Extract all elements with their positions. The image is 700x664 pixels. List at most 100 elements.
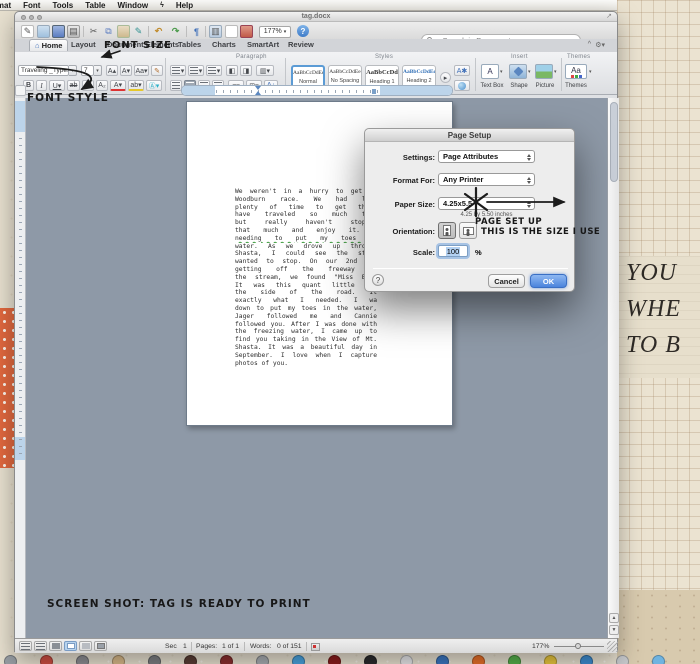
clear-formatting-button[interactable]: ✎ [151, 65, 163, 76]
dock-icon[interactable] [112, 655, 125, 664]
dock-icon[interactable] [328, 655, 341, 664]
tab-layout[interactable]: Layout [71, 40, 96, 49]
tab-review[interactable]: Review [288, 40, 314, 49]
pages-label[interactable]: Pages: [196, 643, 217, 650]
menu-item-help[interactable]: Help [176, 1, 193, 10]
dock-icon[interactable] [220, 655, 233, 664]
italic-button[interactable]: I [36, 80, 47, 91]
subscript-button[interactable]: A₂ [96, 80, 108, 91]
hanging-indent-marker[interactable] [255, 91, 261, 95]
dialog-help-button[interactable]: ? [372, 274, 384, 286]
scrollbar-thumb[interactable] [610, 102, 618, 182]
multilevel-list-button[interactable]: ▾ [206, 65, 222, 76]
menu-item-font[interactable]: Font [23, 1, 40, 10]
superscript-button[interactable]: A² [82, 80, 94, 91]
themes-dropdown[interactable]: ▾ [589, 69, 592, 75]
tab-smartart[interactable]: SmartArt [247, 40, 279, 49]
horizontal-ruler[interactable] [181, 85, 453, 96]
text-box-icon[interactable]: A [481, 64, 499, 79]
publishing-view-button[interactable] [49, 641, 62, 651]
tab-tables[interactable]: Tables [178, 40, 201, 49]
font-size-combo[interactable]: 7 [81, 65, 94, 76]
scroll-up-button[interactable]: ▲ [609, 613, 619, 623]
scroll-down-button[interactable]: ▼ [609, 625, 619, 635]
print-icon[interactable]: ▤ [67, 25, 80, 38]
columns-button[interactable]: ▥▾ [256, 65, 274, 76]
grow-font-button[interactable]: A▴ [106, 65, 118, 76]
resize-grip[interactable] [607, 641, 618, 652]
picture-dropdown[interactable]: ▾ [554, 69, 557, 75]
shape-dropdown[interactable]: ▾ [528, 69, 531, 75]
cut-icon[interactable]: ✂ [87, 25, 100, 38]
zoom-combo[interactable]: 177%▾ [259, 26, 291, 38]
dock-icon[interactable] [364, 655, 377, 664]
tab-charts[interactable]: Charts [212, 40, 236, 49]
words-value[interactable]: 0 of 151 [277, 643, 302, 650]
document-map-icon[interactable] [225, 25, 238, 38]
toolbar-toggle-icon[interactable]: ↗ [606, 12, 612, 20]
dock-icon[interactable] [616, 655, 629, 664]
menu-item-table[interactable]: Table [85, 1, 105, 10]
tab-home[interactable]: ⌂ Home [29, 39, 68, 51]
scale-input[interactable]: 100 [438, 245, 468, 257]
toolbox-icon[interactable] [240, 25, 253, 38]
print-layout-view-button[interactable] [64, 641, 77, 651]
paste-icon[interactable] [117, 25, 130, 38]
show-formatting-icon[interactable]: ¶ [190, 25, 203, 38]
right-indent-marker[interactable] [372, 89, 376, 94]
more-styles-button[interactable]: ▸ [440, 72, 451, 83]
ribbon-collapse-icon[interactable]: ^ [588, 41, 591, 48]
outline-view-button[interactable] [34, 641, 47, 651]
strikethrough-button[interactable]: ab [67, 80, 80, 91]
paper-size-dropdown[interactable]: 4.25x5.5 [438, 197, 535, 210]
dock-icon[interactable] [256, 655, 269, 664]
menu-item-window[interactable]: Window [118, 1, 149, 10]
decrease-indent-button[interactable]: ◧ [226, 65, 238, 76]
dock-icon[interactable] [40, 655, 53, 664]
save-icon[interactable] [52, 25, 65, 38]
dock-icon[interactable] [4, 655, 17, 664]
format-painter-icon[interactable]: ✎ [132, 25, 145, 38]
themes-icon[interactable]: Aa [565, 64, 587, 79]
settings-dropdown[interactable]: Page Attributes [438, 150, 535, 163]
dock-icon[interactable] [292, 655, 305, 664]
dock-icon[interactable] [508, 655, 521, 664]
tab-selector-box[interactable] [15, 85, 26, 96]
focus-view-button[interactable] [94, 641, 107, 651]
help-icon[interactable]: ? [297, 25, 309, 37]
styles-pane-button[interactable]: A✱ [454, 65, 470, 76]
dock-icon[interactable] [400, 655, 413, 664]
picture-icon[interactable] [535, 64, 553, 79]
dialog-title[interactable]: Page Setup [365, 129, 574, 142]
dock-icon[interactable] [544, 655, 557, 664]
bullets-button[interactable]: ▾ [170, 65, 186, 76]
draft-view-button[interactable] [19, 641, 32, 651]
menu-item-tools[interactable]: Tools [52, 1, 73, 10]
title-bar[interactable]: tag.docx ↗ [15, 12, 617, 22]
cancel-button[interactable]: Cancel [488, 274, 525, 288]
columns-icon[interactable]: ▥ [209, 25, 222, 38]
highlight-button[interactable]: ab▾ [128, 80, 144, 91]
dock-icon[interactable] [76, 655, 89, 664]
shape-icon[interactable] [509, 64, 527, 79]
redo-icon[interactable]: ↷ [169, 25, 182, 38]
font-size-dropdown[interactable]: ▾ [94, 65, 102, 76]
orientation-portrait-button[interactable] [438, 222, 456, 239]
dock-icon[interactable] [436, 655, 449, 664]
vertical-ruler[interactable] [15, 98, 26, 638]
copy-icon[interactable]: ⧉ [102, 25, 115, 38]
first-line-indent-marker[interactable] [255, 86, 261, 90]
undo-icon[interactable]: ↶ [152, 25, 165, 38]
manage-styles-button[interactable] [454, 80, 470, 91]
script-menu-icon[interactable]: ϟ [160, 2, 164, 9]
zoom-slider-knob[interactable] [575, 643, 581, 649]
change-case-button[interactable]: Aa▾ [134, 65, 149, 76]
ok-button[interactable]: OK [530, 274, 567, 288]
open-icon[interactable] [37, 25, 50, 38]
menu-item-format[interactable]: Format [0, 1, 11, 10]
words-label[interactable]: Words: [250, 643, 271, 650]
dock-icon[interactable] [148, 655, 161, 664]
font-name-combo[interactable]: Traveling _Type... [18, 65, 69, 76]
numbering-button[interactable]: ▾ [188, 65, 204, 76]
track-changes-icon[interactable] [311, 643, 320, 651]
